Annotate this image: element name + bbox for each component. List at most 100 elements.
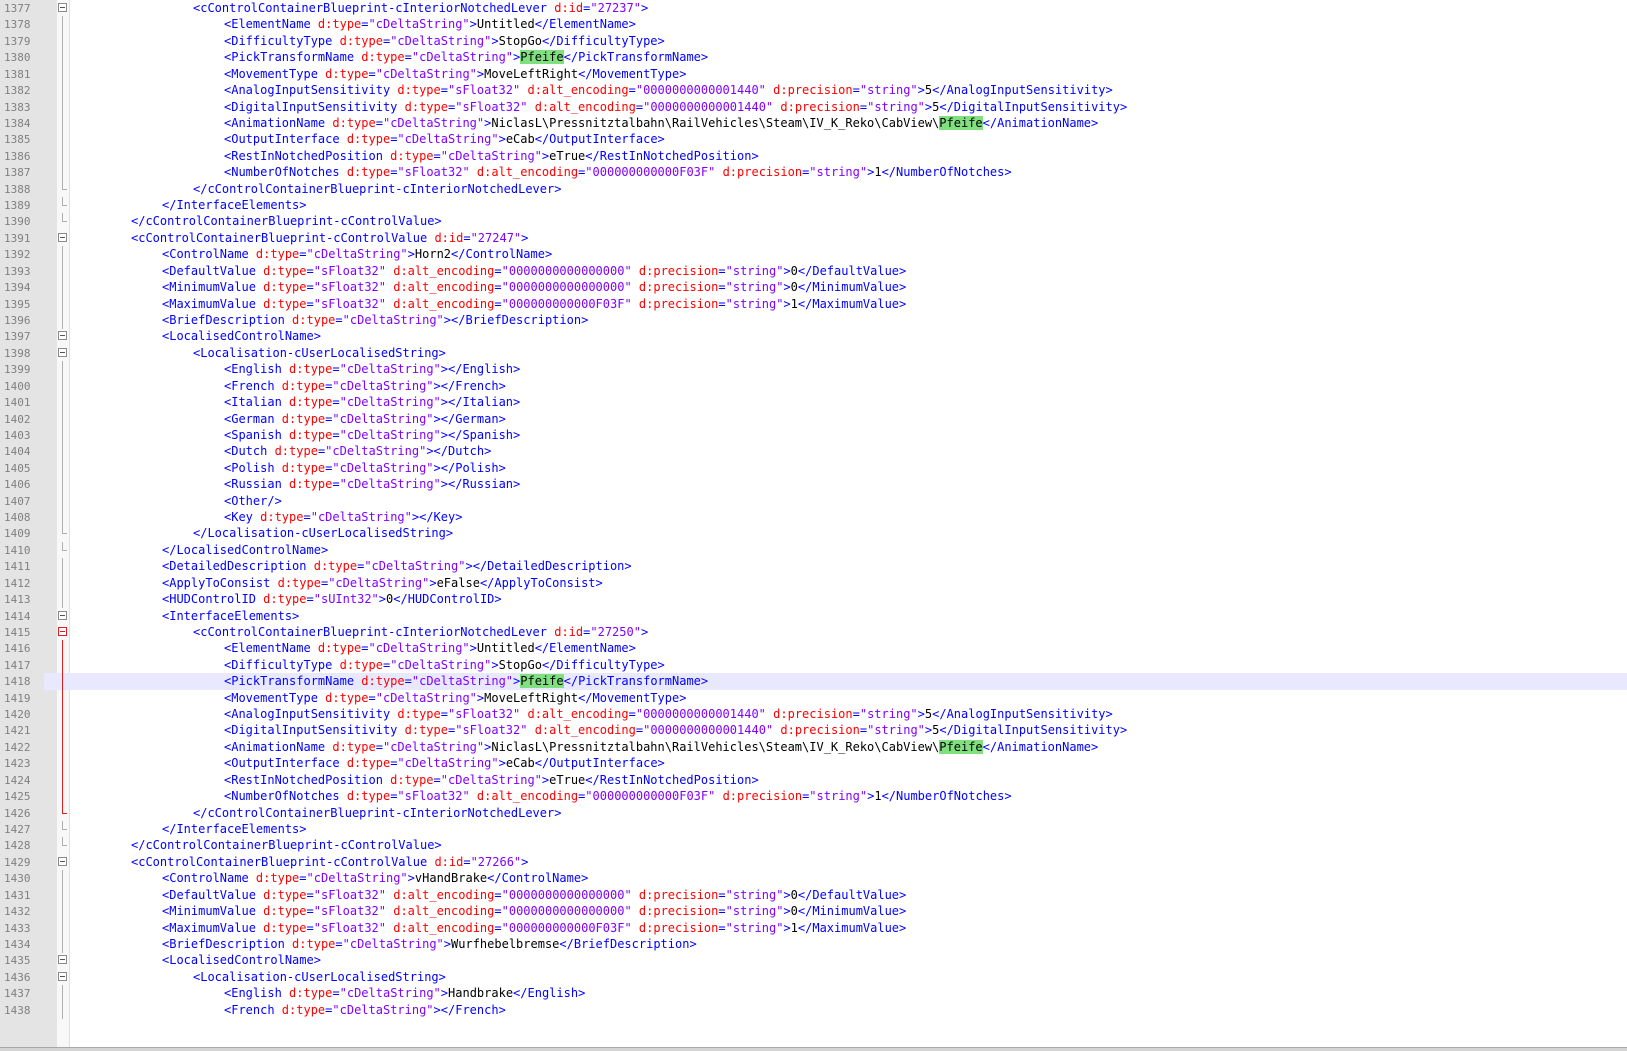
code-line[interactable]: 1389 </InterfaceElements> [0, 197, 1627, 214]
code-line[interactable]: 1422 <AnimationName d:type="cDeltaString"… [0, 738, 1627, 756]
code-text[interactable]: <cControlContainerBlueprint-cInteriorNot… [193, 0, 648, 17]
code-text[interactable]: <MaximumValue d:type="sFloat32" d:alt_en… [162, 296, 906, 313]
code-text[interactable]: </cControlContainerBlueprint-cControlVal… [131, 837, 442, 854]
code-line[interactable]: 1426 </cControlContainerBlueprint-cInteri… [0, 804, 1627, 822]
code-line[interactable]: 1436 <Localisation-cUserLocalisedString> [0, 969, 1627, 986]
fold-toggle-icon[interactable] [57, 854, 69, 871]
code-editor[interactable]: 1377 <cControlContainerBlueprint-cInterio… [0, 0, 1627, 1047]
code-line[interactable]: 1392 <ControlName d:type="cDeltaString">H… [0, 246, 1627, 264]
code-text[interactable]: <PickTransformName d:type="cDeltaString"… [224, 673, 708, 690]
code-text[interactable]: <MaximumValue d:type="sFloat32" d:alt_en… [162, 920, 906, 937]
code-text[interactable]: <AnalogInputSensitivity d:type="sFloat32… [224, 82, 1113, 99]
code-text[interactable]: <NumberOfNotches d:type="sFloat32" d:alt… [224, 164, 1012, 181]
code-text[interactable]: <MinimumValue d:type="sFloat32" d:alt_en… [162, 279, 906, 296]
code-line[interactable]: 1402 <German d:type="cDeltaString"></Germ… [0, 410, 1627, 428]
code-line[interactable]: 1424 <RestInNotchedPosition d:type="cDelt… [0, 771, 1627, 789]
code-text[interactable]: </InterfaceElements> [162, 197, 307, 214]
code-line[interactable]: 1395 <MaximumValue d:type="sFloat32" d:al… [0, 295, 1627, 313]
code-line[interactable]: 1381 <MovementType d:type="cDeltaString">… [0, 65, 1627, 83]
code-text[interactable]: <ElementName d:type="cDeltaString">Untit… [224, 640, 636, 657]
code-text[interactable]: <French d:type="cDeltaString"></French> [224, 1002, 506, 1019]
code-line[interactable]: 1407 <Other/> [0, 492, 1627, 510]
code-line[interactable]: 1405 <Polish d:type="cDeltaString"></Poli… [0, 459, 1627, 477]
code-line[interactable]: 1421 <DigitalInputSensitivity d:type = "sFl… [0, 722, 1627, 740]
code-line[interactable]: 1406 <Russian d:type="cDeltaString"></Rus… [0, 476, 1627, 494]
code-text[interactable]: <DifficultyType d:type="cDeltaString">St… [224, 33, 665, 50]
code-line[interactable]: 1428 </cControlContainerBlueprint-cContro… [0, 837, 1627, 854]
code-line[interactable]: 1435 <LocalisedControlName> [0, 952, 1627, 969]
code-text[interactable]: <DetailedDescription d:type="cDeltaStrin… [162, 558, 632, 575]
fold-toggle-icon[interactable] [57, 230, 69, 247]
code-line[interactable]: 1419 <MovementType d:type="cDeltaString">… [0, 689, 1627, 707]
code-line[interactable]: 1418 <PickTransformName d:type="cDeltaStr… [0, 673, 1627, 691]
code-text[interactable]: <Dutch d:type="cDeltaString"></Dutch> [224, 443, 491, 460]
code-line[interactable]: 1380 <PickTransformName d:type="cDeltaStr… [0, 49, 1627, 67]
code-line[interactable]: 1427 </InterfaceElements> [0, 821, 1627, 838]
code-text[interactable]: <LocalisedControlName> [162, 328, 321, 345]
code-text[interactable]: <Key d:type="cDeltaString"></Key> [224, 509, 462, 526]
fold-toggle-icon[interactable] [57, 345, 69, 362]
code-text[interactable]: <Italian d:type="cDeltaString"></Italian… [224, 394, 520, 411]
code-text[interactable]: <English d:type="cDeltaString">Handbrake… [224, 985, 585, 1002]
fold-toggle-icon[interactable] [57, 952, 69, 969]
code-text[interactable]: <BriefDescription d:type="cDeltaString">… [162, 936, 697, 953]
code-text[interactable]: <French d:type="cDeltaString"></French> [224, 378, 506, 395]
code-text[interactable]: <Spanish d:type="cDeltaString"></Spanish… [224, 427, 520, 444]
code-text[interactable]: <Polish d:type="cDeltaString"></Polish> [224, 460, 506, 477]
code-line[interactable]: 1387 <NumberOfNotches d:type="sFloat32" d… [0, 164, 1627, 182]
code-line[interactable]: 1420 <AnalogInputSensitivity d:type="sFlo… [0, 706, 1627, 724]
code-line[interactable]: 1385 <OutputInterface d:type="cDeltaStrin… [0, 131, 1627, 149]
code-text[interactable]: <Localisation-cUserLocalisedString> [193, 969, 446, 986]
code-text[interactable]: <AnimationName d:type="cDeltaString">Nic… [224, 115, 1098, 132]
code-text[interactable]: <ControlName d:type="cDeltaString">Horn2… [162, 246, 552, 263]
code-text[interactable]: <DefaultValue d:type="sFloat32" d:alt_en… [162, 263, 906, 280]
fold-toggle-icon[interactable] [57, 624, 69, 641]
fold-toggle-icon[interactable] [57, 328, 69, 345]
code-text[interactable]: <Localisation-cUserLocalisedString> [193, 345, 446, 362]
code-text[interactable]: </cControlContainerBlueprint-cInteriorNo… [193, 181, 561, 198]
code-text[interactable]: <NumberOfNotches d:type="sFloat32" d:alt… [224, 788, 1012, 805]
code-text[interactable]: <DigitalInputSensitivity d:type = "sFloat3… [224, 99, 1127, 116]
code-text[interactable]: <OutputInterface d:type="cDeltaString">e… [224, 755, 665, 772]
code-line[interactable]: 1390 </cControlContainerBlueprint-cContro… [0, 213, 1627, 230]
code-text[interactable]: <Other/> [224, 493, 282, 510]
code-text[interactable]: <English d:type="cDeltaString"></English… [224, 361, 520, 378]
code-text[interactable]: <OutputInterface d:type="cDeltaString">e… [224, 131, 665, 148]
code-line[interactable]: 1417 <DifficultyType d:type="cDeltaString… [0, 656, 1627, 674]
code-text[interactable]: <HUDControlID d:type="sUInt32">0</HUDCon… [162, 591, 502, 608]
code-line[interactable]: 1437 <English d:type="cDeltaString">Handb… [0, 985, 1627, 1003]
code-line[interactable]: 1415 <cControlContainerBlueprint-cInterio… [0, 624, 1627, 641]
code-line[interactable]: 1384 <AnimationName d:type="cDeltaString"… [0, 114, 1627, 132]
code-line[interactable]: 1413 <HUDControlID d:type="sUInt32">0</HU… [0, 591, 1627, 609]
code-text[interactable]: </LocalisedControlName> [162, 542, 328, 559]
code-line[interactable]: 1431 <DefaultValue d:type="sFloat32" d:al… [0, 886, 1627, 904]
code-text[interactable]: </InterfaceElements> [162, 821, 307, 838]
code-line[interactable]: 1382 <AnalogInputSensitivity d:type="sFlo… [0, 82, 1627, 100]
code-text[interactable]: </cControlContainerBlueprint-cControlVal… [131, 213, 442, 230]
code-line[interactable]: 1434 <BriefDescription d:type="cDeltaStri… [0, 935, 1627, 953]
horizontal-scrollbar[interactable] [0, 1047, 1627, 1051]
code-text[interactable]: <MovementType d:type="cDeltaString">Move… [224, 66, 686, 83]
fold-toggle-icon[interactable] [57, 608, 69, 625]
code-line[interactable]: 1393 <DefaultValue d:type="sFloat32" d:al… [0, 262, 1627, 280]
code-line[interactable]: 1414 <InterfaceElements> [0, 608, 1627, 625]
code-line[interactable]: 1423 <OutputInterface d:type="cDeltaStrin… [0, 755, 1627, 773]
code-line[interactable]: 1379 <DifficultyType d:type="cDeltaString… [0, 32, 1627, 50]
code-text[interactable]: <Russian d:type="cDeltaString"></Russian… [224, 476, 520, 493]
code-text[interactable]: <PickTransformName d:type="cDeltaString"… [224, 49, 708, 66]
code-text[interactable]: </Localisation-cUserLocalisedString> [193, 525, 453, 542]
code-text[interactable]: <German d:type="cDeltaString"></German> [224, 411, 506, 428]
code-line[interactable]: 1408 <Key d:type="cDeltaString"></Key> [0, 509, 1627, 527]
code-line[interactable]: 1404 <Dutch d:type="cDeltaString"></Dutch… [0, 443, 1627, 461]
code-text[interactable]: <DifficultyType d:type="cDeltaString">St… [224, 657, 665, 674]
code-line[interactable]: 1401 <Italian d:type="cDeltaString"></Ita… [0, 394, 1627, 412]
code-text[interactable]: <AnimationName d:type="cDeltaString">Nic… [224, 739, 1098, 756]
code-line[interactable]: 1438 <French d:type="cDeltaString"></Fren… [0, 1001, 1627, 1019]
code-line[interactable]: 1409 </Localisation-cUserLocalisedString> [0, 525, 1627, 542]
fold-toggle-icon[interactable] [57, 0, 69, 17]
code-text[interactable]: <RestInNotchedPosition d:type="cDeltaStr… [224, 772, 759, 789]
code-line[interactable]: 1394 <MinimumValue d:type="sFloat32" d:al… [0, 279, 1627, 297]
code-text[interactable]: <cControlContainerBlueprint-cInteriorNot… [193, 624, 648, 641]
code-line[interactable]: 1411 <DetailedDescription d:type="cDeltaS… [0, 558, 1627, 576]
code-text[interactable]: <MinimumValue d:type="sFloat32" d:alt_en… [162, 903, 906, 920]
